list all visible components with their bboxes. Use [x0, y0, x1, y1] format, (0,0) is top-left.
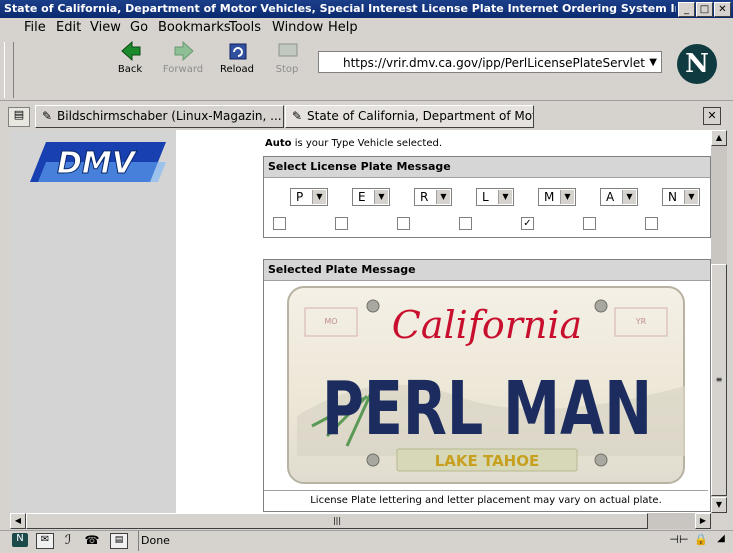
- chevron-down-icon: ▼: [622, 190, 636, 204]
- window-title: State of California, Department of Motor…: [4, 2, 676, 15]
- letter-select-6[interactable]: A ▼: [600, 188, 638, 206]
- tab-label: State of California, Department of Mot..…: [307, 109, 534, 123]
- toolbar-grip[interactable]: [4, 42, 14, 98]
- close-button[interactable]: ✕: [714, 2, 731, 17]
- bolt-icon: [366, 453, 380, 467]
- tab-dmv[interactable]: ✎ State of California, Department of Mot.…: [285, 105, 534, 128]
- space-checkbox-3[interactable]: [397, 217, 410, 230]
- left-column: [10, 130, 176, 513]
- stop-button[interactable]: Stop: [257, 40, 317, 76]
- space-checkbox-2[interactable]: [335, 217, 348, 230]
- reload-icon: [229, 43, 247, 60]
- forward-button[interactable]: Forward: [153, 40, 213, 76]
- chevron-down-icon: ▼: [498, 190, 512, 204]
- url-bar[interactable]: https://vrir.dmv.ca.gov/ipp/PerlLicenseP…: [318, 51, 662, 73]
- letter-select-3[interactable]: R ▼: [414, 188, 452, 206]
- netscape-logo-icon[interactable]: N: [677, 44, 717, 84]
- navigator-icon[interactable]: N: [12, 533, 28, 547]
- back-label: Back: [117, 64, 143, 75]
- close-tab-button[interactable]: ✕: [703, 107, 721, 125]
- minimize-button[interactable]: _: [678, 2, 695, 17]
- vertical-scrollbar[interactable]: ▲ ≡ ▼: [711, 130, 727, 513]
- space-checkbox-1[interactable]: [273, 217, 286, 230]
- page-icon: ✎: [42, 109, 53, 123]
- chat-icon[interactable]: ☎: [84, 533, 100, 547]
- page-icon: ✎: [292, 109, 303, 123]
- chevron-down-icon: ▼: [436, 190, 450, 204]
- dmv-logo-text: DMV: [57, 146, 138, 181]
- back-arrow-icon: [121, 40, 141, 62]
- vertical-scroll-thumb[interactable]: ≡: [711, 264, 727, 496]
- plate-preview-header: Selected Plate Message: [264, 260, 710, 281]
- space-checkbox-4[interactable]: [459, 217, 472, 230]
- url-text: https://vrir.dmv.ca.gov/ipp/PerlLicenseP…: [343, 56, 645, 70]
- url-dropdown-icon[interactable]: ▼: [649, 52, 657, 74]
- plate-message-text: PERL MAN: [322, 366, 652, 452]
- select-message-header: Select License Plate Message: [264, 157, 710, 178]
- tab-bildschirmschaber[interactable]: ✎ Bildschirmschaber (Linux-Magazin, ...: [35, 105, 284, 128]
- stop-icon: [278, 43, 298, 57]
- space-checkbox-5[interactable]: ✓: [521, 217, 534, 230]
- menu-file[interactable]: File: [24, 20, 46, 35]
- address-book-icon[interactable]: ▤: [110, 533, 128, 549]
- letter-select-1[interactable]: P ▼: [290, 188, 328, 206]
- lock-icon[interactable]: 🔒: [694, 533, 708, 547]
- menu-edit[interactable]: Edit: [56, 20, 81, 35]
- menu-tools[interactable]: Tools: [229, 20, 261, 35]
- mail-icon[interactable]: ✉: [36, 533, 54, 549]
- resize-grip-icon[interactable]: ◢: [714, 533, 728, 547]
- space-checkbox-6[interactable]: [583, 217, 596, 230]
- composer-icon[interactable]: ℐ: [60, 533, 76, 548]
- license-plate-image: MO YR California PERL MAN LAKE TAHOE: [287, 286, 685, 484]
- scroll-down-button[interactable]: ▼: [711, 497, 727, 513]
- forward-arrow-icon: [174, 40, 194, 62]
- online-status-icon[interactable]: ⊣⊢: [668, 533, 690, 547]
- menu-view[interactable]: View: [90, 20, 121, 35]
- maximize-button[interactable]: □: [696, 2, 713, 17]
- disclaimer-text: License Plate lettering and letter place…: [264, 490, 708, 510]
- bolt-icon: [594, 453, 608, 467]
- menu-bookmarks[interactable]: Bookmarks: [158, 20, 231, 35]
- window-title-bar[interactable]: State of California, Department of Motor…: [0, 0, 733, 18]
- letter-select-7[interactable]: N ▼: [662, 188, 700, 206]
- vehicle-type-text: Auto is your Type Vehicle selected.: [265, 138, 443, 149]
- bolt-icon: [594, 299, 608, 313]
- tab-label: Bildschirmschaber (Linux-Magazin, ...: [57, 109, 282, 123]
- scroll-left-button[interactable]: ◀: [10, 513, 26, 529]
- letter-select-5[interactable]: M ▼: [538, 188, 576, 206]
- status-text: Done: [138, 531, 661, 551]
- menu-help[interactable]: Help: [328, 20, 358, 35]
- plate-state-text: California: [392, 303, 582, 347]
- new-tab-icon[interactable]: ▤: [8, 107, 30, 127]
- space-checkbox-7[interactable]: [645, 217, 658, 230]
- horizontal-scroll-thumb[interactable]: |||: [26, 513, 648, 529]
- scroll-up-button[interactable]: ▲: [711, 130, 727, 146]
- scroll-right-button[interactable]: ▶: [695, 513, 711, 529]
- svg-text:YR: YR: [635, 317, 647, 326]
- plate-region-text: LAKE TAHOE: [435, 452, 540, 470]
- menu-window[interactable]: Window: [272, 20, 323, 35]
- forward-label: Forward: [162, 64, 204, 75]
- chevron-down-icon: ▼: [560, 190, 574, 204]
- chevron-down-icon: ▼: [684, 190, 698, 204]
- back-button[interactable]: Back: [100, 40, 160, 76]
- letter-select-4[interactable]: L ▼: [476, 188, 514, 206]
- bolt-icon: [366, 299, 380, 313]
- horizontal-scrollbar[interactable]: ◀ ||| ▶: [10, 513, 711, 529]
- dmv-logo[interactable]: DMV: [30, 140, 168, 184]
- chevron-down-icon: ▼: [374, 190, 388, 204]
- chevron-down-icon: ▼: [312, 190, 326, 204]
- menu-go[interactable]: Go: [130, 20, 148, 35]
- stop-label: Stop: [275, 64, 299, 75]
- svg-text:MO: MO: [324, 317, 337, 326]
- letter-select-2[interactable]: E ▼: [352, 188, 390, 206]
